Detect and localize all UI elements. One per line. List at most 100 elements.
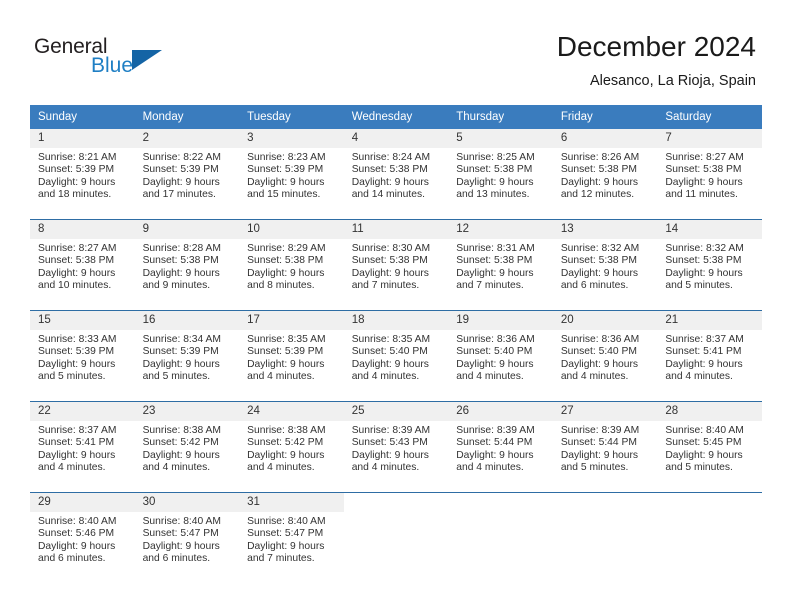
logo-text-blue: Blue bbox=[91, 54, 134, 77]
calendar-day-cell[interactable]: 21 Sunrise: 8:37 AM Sunset: 5:41 PM Dayligh… bbox=[657, 310, 762, 402]
calendar-day-cell[interactable]: 27 Sunrise: 8:39 AM Sunset: 5:44 PM Dayligh… bbox=[552, 401, 658, 493]
calendar-day-cell[interactable]: 15 Sunrise: 8:33 AM Sunset: 5:39 PM Dayligh… bbox=[30, 310, 135, 402]
sunset-time: Sunset: 5:38 PM bbox=[351, 255, 428, 267]
sunrise-time: Sunrise: 8:23 AM bbox=[247, 152, 326, 163]
day-cell-inner: 24 Sunrise: 8:38 AM Sunset: 5:42 PM Dayligh… bbox=[239, 402, 344, 492]
daylight-duration-line1: Daylight: 9 hours bbox=[665, 176, 743, 188]
day-number bbox=[657, 493, 762, 512]
day-number: 29 bbox=[30, 493, 135, 512]
calendar-day-cell[interactable]: 20 Sunrise: 8:36 AM Sunset: 5:40 PM Dayligh… bbox=[552, 310, 658, 402]
calendar-day-cell[interactable]: 18 Sunrise: 8:35 AM Sunset: 5:40 PM Dayligh… bbox=[343, 310, 449, 402]
day-number: 19 bbox=[448, 311, 553, 330]
day-cell-inner: 25 Sunrise: 8:39 AM Sunset: 5:43 PM Dayligh… bbox=[343, 402, 449, 492]
daylight-duration-line2: and 5 minutes. bbox=[665, 462, 733, 474]
daylight-duration-line2: and 10 minutes. bbox=[38, 280, 112, 292]
daylight-duration-line2: and 4 minutes. bbox=[351, 462, 420, 474]
daylight-duration-line1: Daylight: 9 hours bbox=[560, 176, 639, 188]
day-number: 15 bbox=[30, 311, 135, 330]
sunrise-time: Sunrise: 8:37 AM bbox=[38, 425, 117, 436]
calendar-day-cell[interactable]: 6 Sunrise: 8:26 AM Sunset: 5:38 PM Daylight… bbox=[552, 129, 658, 220]
sunrise-time: Sunrise: 8:40 AM bbox=[665, 425, 744, 436]
day-details: Sunrise: 8:40 AM Sunset: 5:45 PM Daylight:… bbox=[657, 421, 762, 475]
calendar-day-cell[interactable]: 29 Sunrise: 8:40 AM Sunset: 5:46 PM Dayligh… bbox=[30, 492, 135, 583]
calendar-day-cell[interactable]: 30 Sunrise: 8:40 AM Sunset: 5:47 PM Dayligh… bbox=[134, 492, 240, 583]
sunset-time: Sunset: 5:41 PM bbox=[665, 346, 742, 358]
calendar-day-cell[interactable]: 1 Sunrise: 8:21 AM Sunset: 5:39 PM Daylight… bbox=[30, 129, 135, 220]
day-number: 25 bbox=[343, 402, 449, 421]
calendar-day-cell[interactable]: 5 Sunrise: 8:25 AM Sunset: 5:38 PM Daylight… bbox=[448, 129, 553, 220]
day-number: 14 bbox=[657, 220, 762, 239]
daylight-duration-line2: and 14 minutes. bbox=[351, 189, 425, 201]
sunset-time: Sunset: 5:41 PM bbox=[38, 437, 115, 449]
calendar-day-cell[interactable]: 22 Sunrise: 8:37 AM Sunset: 5:41 PM Dayligh… bbox=[30, 401, 135, 493]
calendar-day-cell[interactable]: 26 Sunrise: 8:39 AM Sunset: 5:44 PM Dayligh… bbox=[448, 401, 553, 493]
day-number: 31 bbox=[239, 493, 344, 512]
day-cell-inner: 31 Sunrise: 8:40 AM Sunset: 5:47 PM Dayligh… bbox=[239, 493, 344, 583]
day-details: Sunrise: 8:39 AM Sunset: 5:44 PM Daylight:… bbox=[448, 421, 553, 475]
sunset-time: Sunset: 5:44 PM bbox=[456, 437, 533, 449]
daylight-duration-line1: Daylight: 9 hours bbox=[560, 449, 639, 461]
calendar-day-cell[interactable]: 17 Sunrise: 8:35 AM Sunset: 5:39 PM Dayligh… bbox=[239, 310, 344, 402]
calendar-day-cell[interactable]: 13 Sunrise: 8:32 AM Sunset: 5:38 PM Dayligh… bbox=[552, 219, 658, 311]
day-cell-inner: 15 Sunrise: 8:33 AM Sunset: 5:39 PM Dayligh… bbox=[30, 311, 135, 401]
day-cell-inner: 2 Sunrise: 8:22 AM Sunset: 5:39 PM Daylight… bbox=[134, 129, 240, 219]
day-cell-inner bbox=[448, 493, 553, 583]
calendar-day-cell[interactable]: 14 Sunrise: 8:32 AM Sunset: 5:38 PM Dayligh… bbox=[657, 219, 762, 311]
calendar-week-row: 15 Sunrise: 8:33 AM Sunset: 5:39 PM Dayligh… bbox=[30, 310, 762, 402]
day-details: Sunrise: 8:27 AM Sunset: 5:38 PM Daylight:… bbox=[657, 148, 762, 202]
calendar-body: 1 Sunrise: 8:21 AM Sunset: 5:39 PM Daylight… bbox=[30, 129, 762, 583]
daylight-duration-line2: and 4 minutes. bbox=[351, 371, 420, 383]
calendar-day-cell[interactable]: 28 Sunrise: 8:40 AM Sunset: 5:45 PM Dayligh… bbox=[657, 401, 762, 493]
daylight-duration-line2: and 8 minutes. bbox=[247, 280, 315, 292]
calendar-day-cell[interactable]: 11 Sunrise: 8:30 AM Sunset: 5:38 PM Dayligh… bbox=[343, 219, 449, 311]
sunrise-time: Sunrise: 8:38 AM bbox=[247, 425, 326, 436]
sunrise-time: Sunrise: 8:38 AM bbox=[142, 425, 221, 436]
sunrise-time: Sunrise: 8:27 AM bbox=[665, 152, 744, 163]
calendar-day-cell[interactable]: 16 Sunrise: 8:34 AM Sunset: 5:39 PM Dayligh… bbox=[134, 310, 240, 402]
daylight-duration-line2: and 5 minutes. bbox=[665, 280, 733, 292]
calendar-page: General Blue December 2024 Alesanco, La … bbox=[0, 0, 792, 612]
day-details: Sunrise: 8:35 AM Sunset: 5:39 PM Daylight:… bbox=[239, 330, 344, 384]
sunset-time: Sunset: 5:39 PM bbox=[247, 164, 324, 176]
calendar-day-cell[interactable]: 19 Sunrise: 8:36 AM Sunset: 5:40 PM Dayligh… bbox=[448, 310, 553, 402]
calendar-day-cell[interactable]: 31 Sunrise: 8:40 AM Sunset: 5:47 PM Dayligh… bbox=[239, 492, 344, 583]
day-number: 24 bbox=[239, 402, 344, 421]
day-cell-inner: 27 Sunrise: 8:39 AM Sunset: 5:44 PM Dayligh… bbox=[552, 402, 658, 492]
day-number: 5 bbox=[448, 129, 553, 148]
sunrise-time: Sunrise: 8:39 AM bbox=[560, 425, 640, 436]
daylight-duration-line2: and 17 minutes. bbox=[142, 189, 216, 201]
calendar-day-cell[interactable]: 10 Sunrise: 8:29 AM Sunset: 5:38 PM Dayligh… bbox=[239, 219, 344, 311]
day-cell-inner: 11 Sunrise: 8:30 AM Sunset: 5:38 PM Dayligh… bbox=[343, 220, 449, 310]
sunset-time: Sunset: 5:44 PM bbox=[560, 437, 637, 449]
sunset-time: Sunset: 5:38 PM bbox=[456, 255, 533, 267]
calendar-day-cell[interactable]: 4 Sunrise: 8:24 AM Sunset: 5:38 PM Daylight… bbox=[343, 129, 449, 220]
calendar-day-cell[interactable]: 3 Sunrise: 8:23 AM Sunset: 5:39 PM Daylight… bbox=[239, 129, 344, 220]
day-cell-inner: 16 Sunrise: 8:34 AM Sunset: 5:39 PM Dayligh… bbox=[134, 311, 240, 401]
sunrise-time: Sunrise: 8:40 AM bbox=[247, 516, 326, 527]
calendar-day-cell[interactable]: 24 Sunrise: 8:38 AM Sunset: 5:42 PM Dayligh… bbox=[239, 401, 344, 493]
day-details: Sunrise: 8:40 AM Sunset: 5:47 PM Daylight:… bbox=[135, 512, 240, 566]
day-details: Sunrise: 8:36 AM Sunset: 5:40 PM Daylight:… bbox=[553, 330, 658, 384]
sunrise-time: Sunrise: 8:33 AM bbox=[38, 334, 117, 345]
day-details: Sunrise: 8:30 AM Sunset: 5:38 PM Daylight:… bbox=[344, 239, 449, 293]
sunrise-time: Sunrise: 8:34 AM bbox=[142, 334, 221, 345]
calendar-header-row: Sunday Monday Tuesday Wednesday Thursday… bbox=[30, 105, 762, 129]
day-number: 11 bbox=[343, 220, 449, 239]
daylight-duration-line1: Daylight: 9 hours bbox=[560, 267, 639, 279]
day-cell-inner: 28 Sunrise: 8:40 AM Sunset: 5:45 PM Dayligh… bbox=[657, 402, 762, 492]
calendar-day-cell[interactable]: 12 Sunrise: 8:31 AM Sunset: 5:38 PM Dayligh… bbox=[448, 219, 553, 311]
calendar-day-cell[interactable]: 7 Sunrise: 8:27 AM Sunset: 5:38 PM Daylight… bbox=[657, 129, 762, 220]
calendar-day-cell[interactable]: 23 Sunrise: 8:38 AM Sunset: 5:42 PM Dayligh… bbox=[134, 401, 240, 493]
sunset-time: Sunset: 5:47 PM bbox=[247, 528, 324, 540]
day-details: Sunrise: 8:33 AM Sunset: 5:39 PM Daylight:… bbox=[30, 330, 135, 384]
day-cell-inner bbox=[657, 493, 762, 583]
daylight-duration-line1: Daylight: 9 hours bbox=[351, 358, 429, 370]
day-details: Sunrise: 8:22 AM Sunset: 5:39 PM Daylight:… bbox=[135, 148, 240, 202]
calendar-day-cell[interactable]: 25 Sunrise: 8:39 AM Sunset: 5:43 PM Dayligh… bbox=[343, 401, 449, 493]
calendar-day-cell[interactable]: 2 Sunrise: 8:22 AM Sunset: 5:39 PM Daylight… bbox=[134, 129, 240, 220]
sunrise-time: Sunrise: 8:35 AM bbox=[247, 334, 326, 345]
calendar-day-cell[interactable]: 8 Sunrise: 8:27 AM Sunset: 5:38 PM Daylight… bbox=[30, 219, 135, 311]
sunset-time: Sunset: 5:39 PM bbox=[38, 346, 115, 358]
day-details: Sunrise: 8:34 AM Sunset: 5:39 PM Daylight:… bbox=[135, 330, 240, 384]
calendar-day-cell[interactable]: 9 Sunrise: 8:28 AM Sunset: 5:38 PM Daylight… bbox=[134, 219, 240, 311]
